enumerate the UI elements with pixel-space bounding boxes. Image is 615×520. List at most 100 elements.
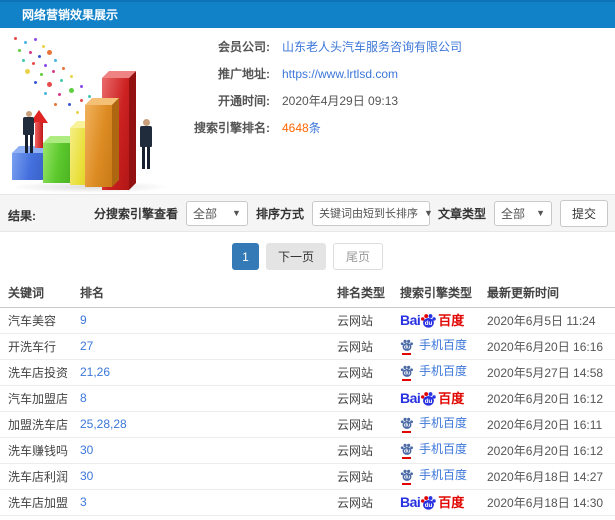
rank-link[interactable]: 21,26 — [80, 365, 110, 379]
result-label: 结果: — [8, 209, 36, 223]
results-table-wrap: 关键词 排名 排名类型 搜索引擎类型 最新更新时间 汽车美容 9 云网站 Bai… — [0, 279, 615, 516]
marketing-effect-page: 网络营销效果展示 会员公司: 山东老人头汽车服务咨询有限公司 推广地址: htt… — [0, 0, 615, 520]
table-row: 加盟洗车店 25,28,28 云网站 du 手机百度 2020年6月20日 16:… — [0, 411, 615, 438]
rank-type-text: 云网站 — [337, 469, 374, 484]
column-header-rank-type: 排名类型 — [337, 279, 400, 308]
rank-type-text: 云网站 — [337, 313, 374, 328]
page-header-bar: 网络营销效果展示 — [0, 0, 615, 28]
sort-value: 关键词由短到长排序 — [318, 208, 418, 220]
rank-cell: 30 — [80, 463, 337, 490]
sort-label: 排序方式 — [255, 206, 304, 221]
rank-type-cell: 云网站 — [337, 463, 400, 490]
confetti-dots — [14, 37, 17, 40]
keyword-cell: 汽车美容 — [0, 307, 80, 334]
filter-bar: 结果: 分搜索引擎查看 全部 ▼ 排序方式 关键词由短到长排序 ▼ 文章类型 全… — [0, 194, 615, 232]
pagination: 1 下一页 尾页 — [0, 243, 615, 270]
keyword-text: 汽车加盟店 — [8, 391, 69, 406]
engine-cell: Bai du 百度 — [400, 385, 487, 412]
update-time-cell: 2020年5月27日 14:58 — [487, 359, 615, 386]
column-header-engine-type: 搜索引擎类型 — [400, 279, 487, 308]
mobile-baidu-text: 手机百度 — [419, 467, 468, 482]
svg-text:du: du — [425, 397, 433, 404]
update-time-text: 2020年6月20日 16:11 — [487, 417, 603, 432]
rank-type-text: 云网站 — [337, 495, 374, 510]
keyword-cell: 洗车店投资 — [0, 359, 80, 386]
table-row: 汽车加盟店 8 云网站 Bai du 百度 2020年6月20日 16:12 — [0, 385, 615, 412]
info-row-open-time: 开通时间: 2020年4月29日 09:13 — [178, 87, 462, 114]
engine-filter-select[interactable]: 全部 ▼ — [185, 200, 248, 226]
rank-count-value[interactable]: 4648条 — [282, 119, 321, 136]
next-page-button[interactable]: 下一页 — [265, 243, 326, 270]
rank-cell: 9 — [80, 307, 337, 334]
rank-cell: 30 — [80, 437, 337, 464]
bar-2-green — [43, 143, 70, 183]
svg-text:du: du — [425, 501, 433, 508]
company-link[interactable]: 山东老人头汽车服务咨询有限公司 — [282, 38, 462, 55]
mobile-baidu-logo: du 手机百度 — [400, 338, 467, 355]
keyword-cell: 汽车加盟店 — [0, 385, 80, 412]
keyword-cell: 洗车店利润 — [0, 463, 80, 490]
table-row: 汽车美容 9 云网站 Bai du 百度 2020年6月5日 11:24 — [0, 307, 615, 334]
update-time-text: 2020年6月20日 16:16 — [487, 339, 604, 354]
rank-link[interactable]: 8 — [80, 391, 87, 405]
sort-select[interactable]: 关键词由短到长排序 ▼ — [311, 200, 433, 226]
baidu-logo: Bai du 百度 — [400, 494, 464, 511]
svg-text:du: du — [404, 422, 410, 428]
filter-controls: 分搜索引擎查看 全部 ▼ 排序方式 关键词由短到长排序 ▼ 文章类型 全部 ▼ … — [94, 195, 608, 231]
keyword-text: 洗车店投资 — [8, 365, 69, 380]
info-row-company: 会员公司: 山东老人头汽车服务咨询有限公司 — [178, 33, 462, 60]
column-header-update-time: 最新更新时间 — [487, 279, 615, 308]
results-table-body: 汽车美容 9 云网站 Bai du 百度 2020年6月5日 11:24 开洗车行 … — [0, 307, 615, 516]
figure-leg — [142, 147, 145, 169]
update-time-cell: 2020年6月20日 16:12 — [487, 385, 615, 412]
page-title: 网络营销效果展示 — [22, 8, 119, 22]
member-info-panel: 会员公司: 山东老人头汽车服务咨询有限公司 推广地址: https://www.… — [178, 33, 462, 141]
update-time-cell: 2020年6月18日 14:27 — [487, 463, 615, 490]
businessman-figure-right — [134, 119, 158, 169]
keyword-cell: 洗车店加盟 — [0, 489, 80, 516]
article-type-value: 全部 — [500, 206, 525, 221]
engine-cell: Bai du 百度 — [400, 307, 487, 334]
mobile-baidu-logo: du 手机百度 — [400, 364, 467, 381]
rank-type-cell: 云网站 — [337, 489, 400, 516]
baidu-paw-icon: du — [421, 313, 437, 328]
engine-filter-label: 分搜索引擎查看 — [93, 206, 178, 221]
promo-url-link[interactable]: https://www.lrtlsd.com — [282, 67, 398, 81]
rank-link[interactable]: 25,28,28 — [80, 417, 127, 431]
baidu-logo-cn-text: 百度 — [438, 494, 465, 510]
keyword-text: 洗车店加盟 — [8, 495, 69, 510]
baidu-paw-icon: du — [421, 391, 437, 406]
keyword-text: 加盟洗车店 — [8, 417, 69, 432]
baidu-logo-cn-text: 百度 — [438, 390, 465, 406]
open-time-value: 2020年4月29日 09:13 — [282, 94, 399, 108]
rank-link[interactable]: 30 — [80, 469, 93, 483]
rank-link[interactable]: 9 — [80, 313, 87, 327]
update-time-text: 2020年5月27日 14:58 — [487, 365, 604, 380]
mobile-baidu-logo: du 手机百度 — [400, 416, 467, 433]
mobile-baidu-logo: du 手机百度 — [400, 467, 468, 485]
rank-link[interactable]: 3 — [80, 495, 87, 509]
engine-cell: du 手机百度 — [400, 359, 487, 386]
baidu-paw-icon: du — [421, 495, 437, 510]
figure-leg — [147, 147, 150, 169]
baidu-logo: Bai du 百度 — [400, 312, 464, 329]
page-button-1[interactable]: 1 — [231, 243, 259, 270]
mobile-baidu-paw-icon: du — [400, 364, 414, 381]
rank-cell: 27 — [80, 333, 337, 360]
caret-down-icon: ▼ — [536, 208, 545, 218]
svg-text:du: du — [425, 319, 433, 326]
column-header-rank: 排名 — [80, 279, 337, 308]
svg-text:du: du — [404, 448, 410, 454]
mobile-baidu-paw-icon: du — [400, 442, 414, 459]
baidu-logo-text: Bai — [400, 494, 421, 510]
submit-button[interactable]: 提交 — [559, 199, 608, 227]
rank-link[interactable]: 30 — [80, 443, 93, 457]
update-time-cell: 2020年6月20日 16:11 — [487, 411, 615, 438]
update-time-cell: 2020年6月18日 14:30 — [487, 489, 615, 516]
baidu-logo-text: Bai — [400, 312, 421, 328]
rank-type-cell: 云网站 — [337, 307, 400, 334]
last-page-button[interactable]: 尾页 — [333, 243, 384, 270]
figure-head — [143, 119, 150, 126]
article-type-select[interactable]: 全部 ▼ — [493, 200, 552, 226]
rank-link[interactable]: 27 — [80, 339, 93, 353]
